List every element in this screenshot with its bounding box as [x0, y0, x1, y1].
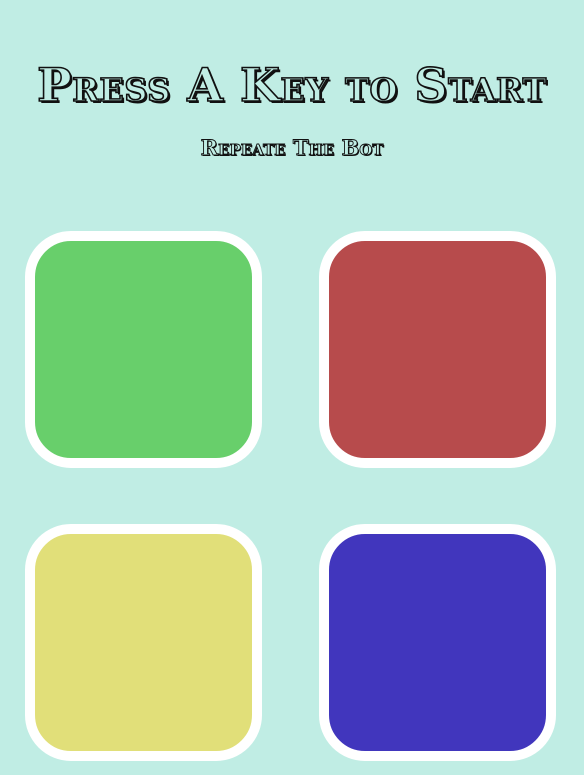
green-button[interactable]: [25, 231, 262, 468]
blue-button[interactable]: [319, 524, 556, 761]
page-title: Press A Key to Start: [36, 57, 547, 112]
page-subtitle: Repeate The Bot: [200, 135, 384, 161]
red-button[interactable]: [319, 231, 556, 468]
yellow-button[interactable]: [25, 524, 262, 761]
